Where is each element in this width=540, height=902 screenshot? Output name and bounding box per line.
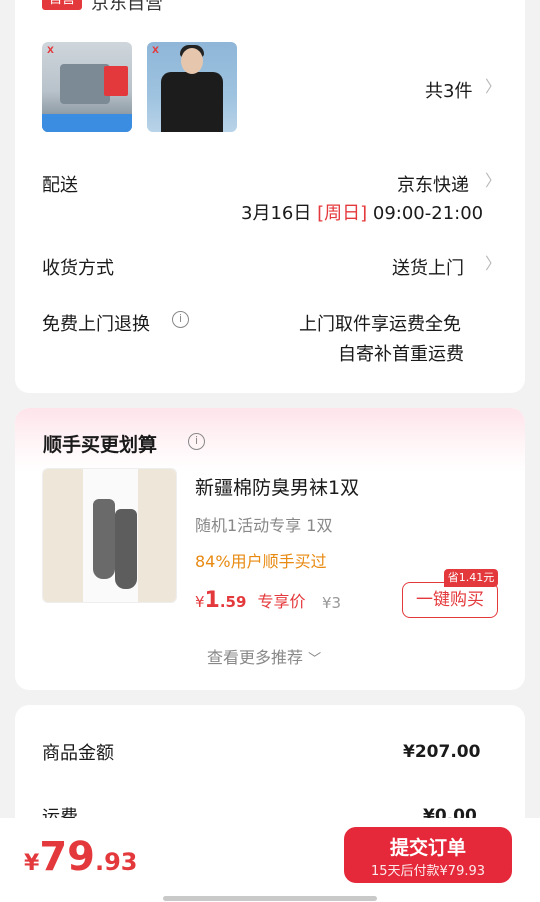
product-thumbnail-tshirt[interactable]: X [147, 42, 237, 132]
delivery-label: 配送 [42, 175, 78, 196]
chevron-right-icon[interactable]: 〉 [485, 79, 501, 95]
price-currency: ¥ [195, 593, 205, 611]
delivery-method[interactable]: 京东快递 [397, 171, 469, 197]
one-click-buy-button[interactable]: 一键购买 [402, 582, 498, 618]
addon-card: 顺手买更划算 i 新疆棉防臭男袜1双 随机1活动专享 1双 84%用户顺手买过 … [15, 408, 525, 690]
goods-amount-value: ¥207.00 [403, 742, 481, 762]
see-more-label: 查看更多推荐 [207, 648, 304, 667]
leg-background-image [138, 469, 176, 602]
chevron-right-icon[interactable]: 〉 [485, 256, 501, 272]
total-currency: ¥ [24, 851, 40, 876]
brand-logo-icon: X [152, 46, 159, 56]
submit-order-button[interactable]: 提交订单 15天后付款¥79.93 [344, 827, 512, 883]
self-operated-tag: 自营 [42, 0, 82, 10]
total-decimal: .93 [94, 848, 138, 876]
shorts-image [60, 64, 110, 104]
free-return-line1: 上门取件享运费全免 [299, 314, 461, 335]
save-badge: 省1.41元 [444, 569, 498, 587]
free-return-line2: 自寄补首重运费 [338, 344, 464, 365]
chevron-right-icon[interactable]: 〉 [485, 173, 501, 189]
addon-price: ¥1.59 专享价 [195, 588, 306, 613]
total-price: ¥79.93 [24, 834, 138, 880]
total-integer: 79 [39, 834, 95, 880]
delivery-window: 09:00-21:00 [372, 203, 484, 224]
addon-product-subtitle: 随机1活动专享 1双 [195, 516, 333, 535]
receive-value[interactable]: 送货上门 [392, 254, 464, 280]
receive-label: 收货方式 [42, 258, 114, 279]
addon-product-name[interactable]: 新疆棉防臭男袜1双 [195, 473, 359, 500]
price-integer: 1 [204, 588, 220, 613]
home-indicator[interactable] [163, 896, 377, 901]
info-icon[interactable]: i [172, 311, 189, 328]
submit-sublabel: 15天后付款¥79.93 [370, 864, 486, 879]
goods-amount-label: 商品金额 [42, 743, 114, 764]
delivery-time[interactable]: 3月16日 [周日] 09:00-21:00 [241, 199, 483, 225]
order-card: 自营 京东自营 X X 共3件 〉 配送 京东快递 〉 3月16日 [周日] 0… [15, 0, 525, 393]
original-price: ¥3 [322, 594, 342, 612]
promo-tag-image [104, 66, 128, 96]
socks-product-image[interactable] [42, 468, 177, 603]
product-thumbnail-shorts[interactable]: X [42, 42, 132, 132]
addon-title: 顺手买更划算 [43, 434, 158, 456]
submit-label: 提交订单 [389, 837, 466, 859]
promo-band-image [42, 114, 132, 132]
delivery-weekday: [周日] [317, 203, 368, 224]
addon-social-proof: 84%用户顺手买过 [195, 552, 327, 571]
sock-image [93, 499, 115, 579]
price-decimal: .59 [219, 593, 247, 611]
tshirt-image [161, 72, 223, 132]
chevron-down-icon: ﹀ [308, 652, 322, 667]
bottom-bar: ¥79.93 提交订单 15天后付款¥79.93 [0, 818, 540, 902]
sock-image [115, 509, 137, 589]
items-count[interactable]: 共3件 [425, 77, 472, 103]
info-icon[interactable]: i [188, 433, 205, 450]
model-head-image [181, 48, 203, 74]
brand-logo-icon: X [47, 46, 54, 56]
see-more-link[interactable]: 查看更多推荐 ﹀ [207, 644, 321, 668]
free-return-label: 免费上门退换 [42, 314, 150, 335]
shop-name[interactable]: 京东自营 [91, 0, 163, 15]
price-tag: 专享价 [257, 592, 306, 611]
leg-background-image [43, 469, 83, 602]
delivery-date: 3月16日 [241, 203, 312, 224]
